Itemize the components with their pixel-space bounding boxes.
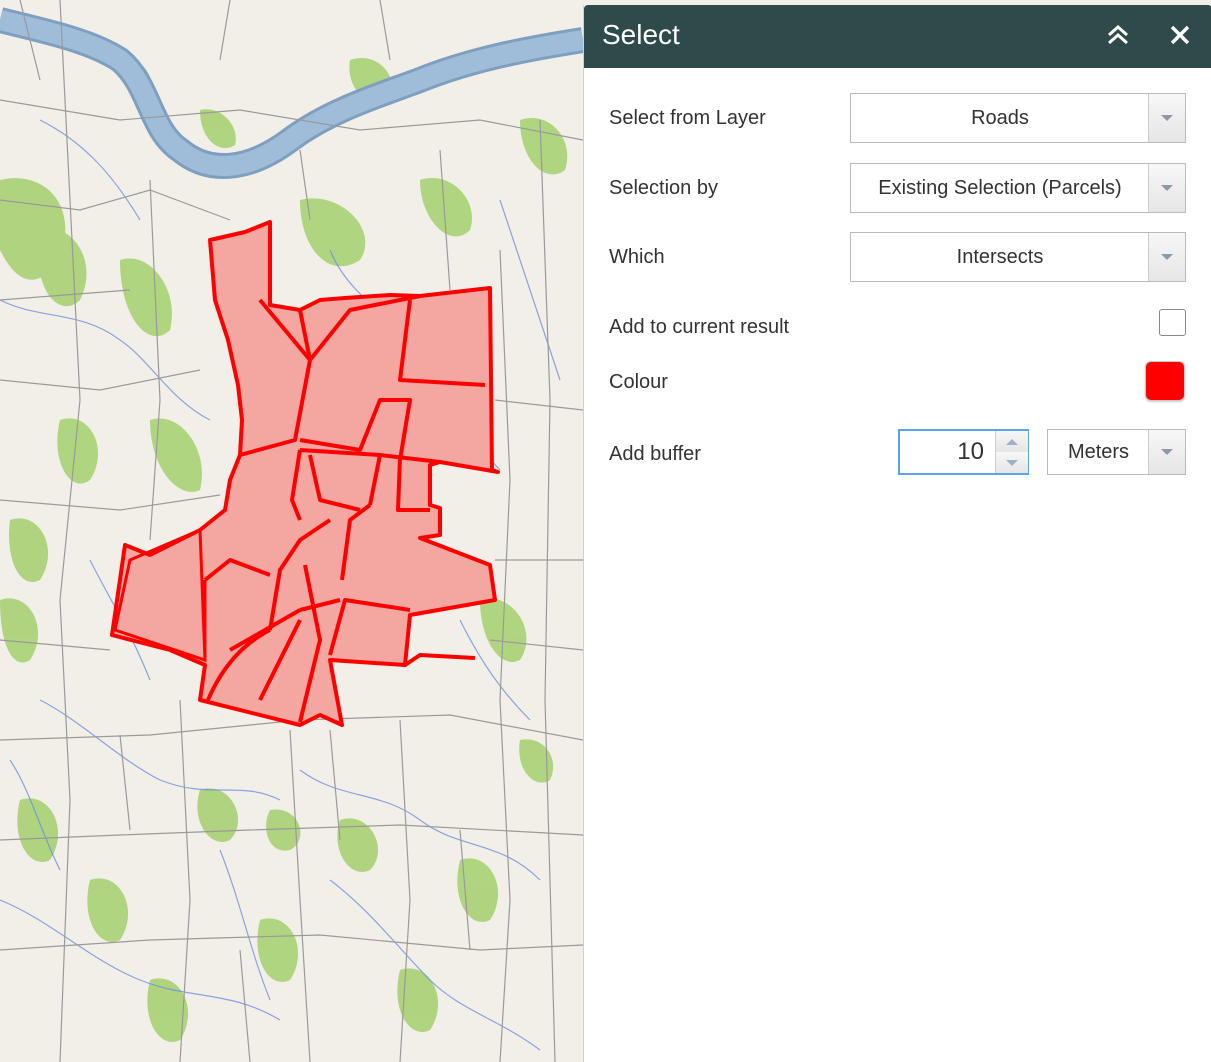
panel-header: Select [584, 5, 1211, 68]
caret-down-icon [1006, 459, 1018, 466]
chevron-down-icon[interactable] [1148, 164, 1185, 212]
colour-label: Colour [609, 371, 668, 393]
which-dropdown[interactable]: Intersects [850, 232, 1186, 282]
chevron-down-icon[interactable] [1148, 430, 1185, 474]
select-panel: Select Select from Layer Roads Selection… [583, 5, 1211, 1062]
increment-button[interactable] [995, 431, 1028, 453]
buffer-unit-dropdown[interactable]: Meters [1047, 429, 1186, 475]
buffer-unit-value: Meters [1067, 440, 1130, 463]
panel-title: Select [602, 19, 680, 50]
decrement-button[interactable] [995, 452, 1028, 473]
selection-by-dropdown-value: Existing Selection (Parcels) [878, 176, 1122, 199]
buffer-distance-input[interactable]: 10 [898, 429, 1029, 475]
chevron-down-icon[interactable] [1148, 94, 1185, 142]
add-to-current-label: Add to current result [609, 316, 790, 338]
close-button[interactable] [1166, 21, 1196, 51]
colour-picker-swatch[interactable] [1145, 361, 1185, 401]
which-label: Which [609, 246, 665, 268]
layer-dropdown-value: Roads [971, 106, 1029, 129]
double-chevron-up-icon [1108, 24, 1128, 45]
selection-by-dropdown[interactable]: Existing Selection (Parcels) [850, 163, 1186, 213]
map-view[interactable] [0, 0, 583, 1062]
select-from-layer-label: Select from Layer [609, 107, 766, 129]
buffer-distance-value[interactable]: 10 [900, 431, 994, 473]
selection-by-label: Selection by [609, 177, 718, 199]
collapse-button[interactable] [1104, 21, 1134, 51]
map-canvas[interactable] [0, 0, 583, 1062]
caret-up-icon [1006, 438, 1018, 445]
chevron-down-icon[interactable] [1148, 233, 1185, 281]
layer-dropdown[interactable]: Roads [850, 93, 1186, 143]
add-buffer-label: Add buffer [609, 443, 701, 465]
close-icon [1170, 25, 1190, 45]
which-dropdown-value: Intersects [956, 245, 1044, 268]
add-to-current-checkbox[interactable] [1159, 309, 1186, 336]
